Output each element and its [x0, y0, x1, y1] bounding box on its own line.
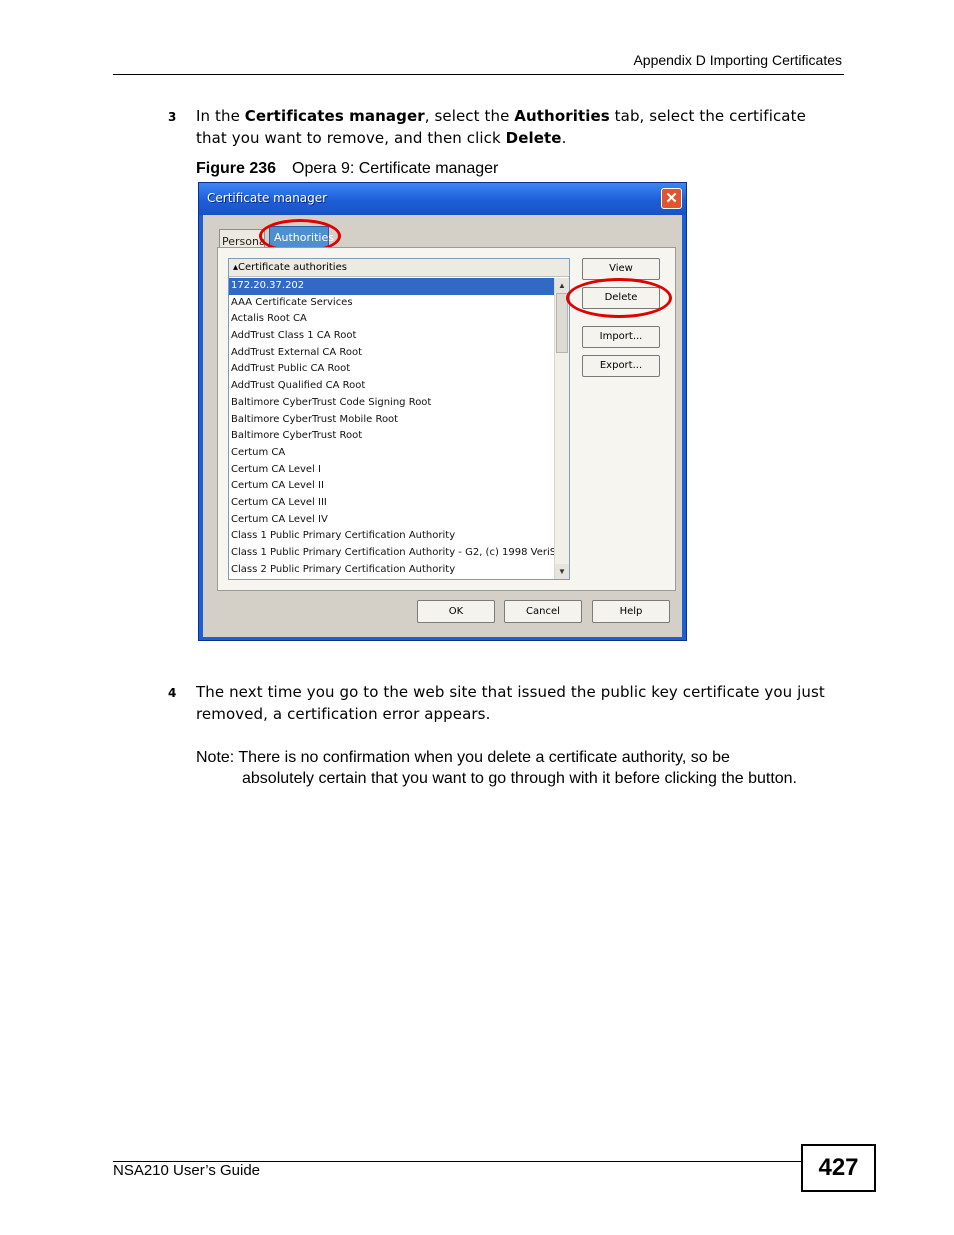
list-item[interactable]: AddTrust Qualified CA Root: [229, 378, 554, 395]
list-item[interactable]: Certum CA Level I: [229, 462, 554, 479]
step-3-line-1: In the Certificates manager, select the …: [196, 105, 846, 127]
step-3-text: In the Certificates manager, select the …: [196, 105, 846, 149]
list-item[interactable]: AddTrust External CA Root: [229, 345, 554, 362]
export-button[interactable]: Export...: [582, 355, 660, 377]
list-item[interactable]: Baltimore CyberTrust Root: [229, 428, 554, 445]
list-item[interactable]: Class 1 Public Primary Certification Aut…: [229, 528, 554, 545]
footer-guide-title: NSA210 User’s Guide: [113, 1162, 261, 1179]
step-3-text-3: tab, select the certificate: [609, 107, 806, 125]
list-item[interactable]: 172.20.37.202: [229, 278, 554, 295]
step-number-4: 4: [168, 686, 177, 700]
close-icon[interactable]: ✕: [661, 188, 682, 209]
view-button[interactable]: View: [582, 258, 660, 280]
list-header-label: Certificate authorities: [238, 262, 347, 273]
list-item[interactable]: Certum CA Level III: [229, 495, 554, 512]
list-item[interactable]: Actalis Root CA: [229, 311, 554, 328]
list-scrollbar[interactable]: ▲ ▼: [554, 278, 569, 579]
step-3-text-1: In the: [196, 107, 245, 125]
dialog-client-area: Personal Authorities ▴Certificate author…: [203, 215, 682, 637]
certificate-authorities-list[interactable]: ▴Certificate authorities 172.20.37.202 AA…: [228, 258, 570, 580]
figure-title: Opera 9: Certificate manager: [292, 160, 499, 177]
certificate-manager-dialog: Certificate manager ✕ Personal Authoriti…: [198, 182, 687, 641]
header-divider: [113, 74, 844, 75]
list-item[interactable]: Certum CA: [229, 445, 554, 462]
step-3-text-4: that you want to remove, and then click: [196, 129, 506, 147]
step-4-line-1: The next time you go to the web site tha…: [196, 683, 825, 701]
list-column-header[interactable]: ▴Certificate authorities: [229, 259, 569, 277]
list-item[interactable]: AddTrust Public CA Root: [229, 361, 554, 378]
step-3-line-2: that you want to remove, and then click …: [196, 127, 846, 149]
list-item[interactable]: AddTrust Class 1 CA Root: [229, 328, 554, 345]
list-item[interactable]: Certum CA Level IV: [229, 512, 554, 529]
ok-button[interactable]: OK: [417, 600, 495, 623]
step-3-bold-certificates-manager: Certificates manager: [244, 107, 425, 125]
dialog-title: Certificate manager: [207, 191, 328, 205]
note-line-2: absolutely certain that you want to go t…: [242, 770, 797, 787]
figure-label: Figure 236: [196, 160, 277, 177]
tab-personal[interactable]: Personal: [219, 229, 265, 249]
scroll-up-icon[interactable]: ▲: [555, 278, 569, 293]
list-item[interactable]: Certum CA Level II: [229, 478, 554, 495]
list-item[interactable]: Class 1 Public Primary Certification Aut…: [229, 545, 554, 562]
step-3-bold-delete: Delete: [505, 129, 562, 147]
figure-caption: Figure 236 Opera 9: Certificate manager: [196, 160, 498, 178]
cancel-button[interactable]: Cancel: [504, 600, 582, 623]
step-3-bold-authorities: Authorities: [514, 107, 610, 125]
step-4-text: The next time you go to the web site tha…: [196, 681, 856, 725]
import-button[interactable]: Import...: [582, 326, 660, 348]
certificate-rows: 172.20.37.202 AAA Certificate Services Act…: [229, 278, 554, 578]
step-number-3: 3: [168, 110, 177, 124]
step-3-text-2: , select the: [424, 107, 515, 125]
page-number: 427: [801, 1144, 876, 1192]
list-item[interactable]: AAA Certificate Services: [229, 295, 554, 312]
list-item[interactable]: Baltimore CyberTrust Mobile Root: [229, 412, 554, 429]
running-header: Appendix D Importing Certificates: [633, 52, 842, 68]
list-item[interactable]: Class 2 Public Primary Certification Aut…: [229, 562, 554, 579]
dialog-titlebar: Certificate manager ✕: [199, 183, 686, 215]
help-button[interactable]: Help: [592, 600, 670, 623]
delete-button-highlight-circle: [566, 278, 672, 318]
note-line-1: Note: There is no confirmation when you …: [196, 749, 730, 766]
scroll-down-icon[interactable]: ▼: [555, 564, 569, 579]
list-item[interactable]: Baltimore CyberTrust Code Signing Root: [229, 395, 554, 412]
step-4-line-2: removed, a certification error appears.: [196, 705, 491, 723]
step-3-text-5: .: [561, 129, 567, 147]
